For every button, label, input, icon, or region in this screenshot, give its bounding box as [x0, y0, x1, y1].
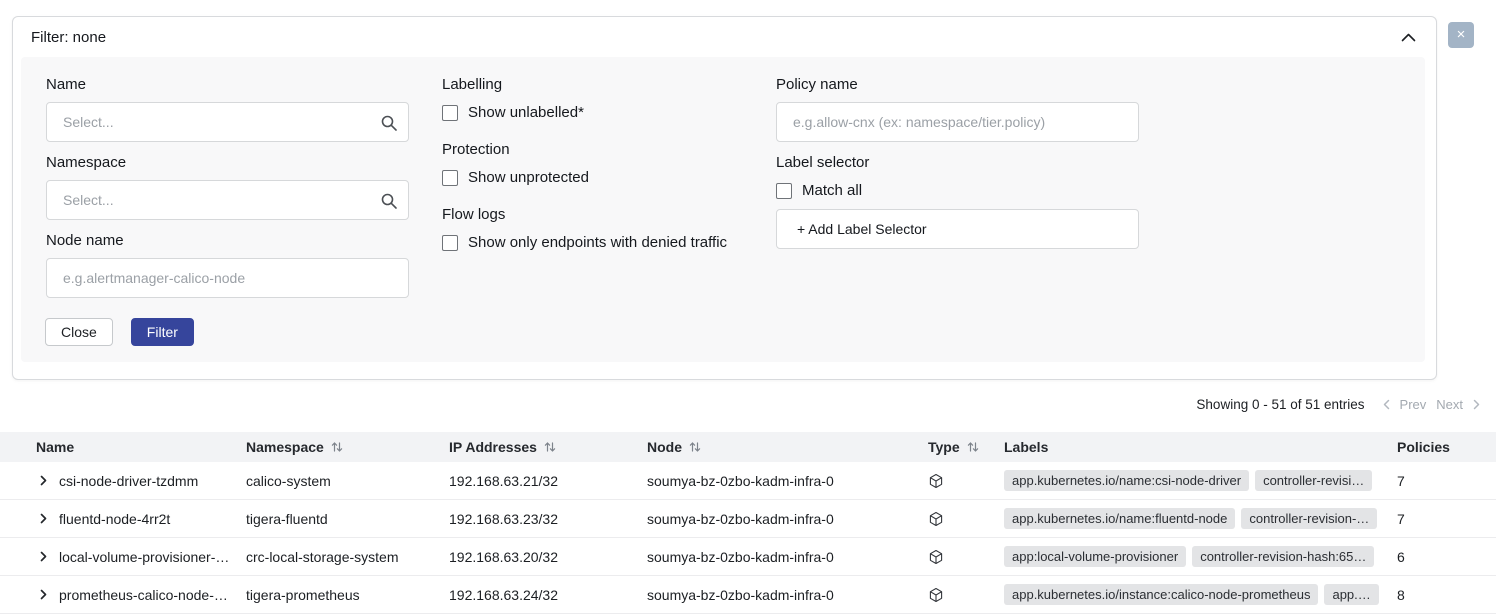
cell-policies: 7 — [1397, 473, 1496, 489]
cell-name: fluentd-node-4rr2t — [36, 511, 246, 527]
endpoints-table: Name Namespace IP Addresses Node Type La… — [0, 432, 1496, 614]
endpoint-name: local-volume-provisioner-… — [59, 549, 229, 565]
flow-logs-heading: Flow logs — [442, 207, 505, 223]
expand-row-chevron[interactable] — [36, 511, 51, 526]
label-pill: app.kubernetes.io/instance:calico-node-p… — [1004, 584, 1318, 605]
cell-name: csi-node-driver-tzdmm — [36, 473, 246, 489]
filter-button[interactable]: Filter — [131, 318, 194, 346]
col-header-node[interactable]: Node — [647, 439, 928, 455]
filter-panel-title: Filter: none — [31, 17, 106, 57]
policy-name-input[interactable] — [776, 102, 1139, 142]
col-header-labels: Labels — [1004, 439, 1397, 455]
col-header-policies: Policies — [1397, 439, 1496, 455]
node-name-field-label: Node name — [46, 233, 124, 249]
close-button[interactable]: Close — [45, 318, 113, 346]
node-name-input[interactable] — [46, 258, 409, 298]
endpoint-name: fluentd-node-4rr2t — [59, 511, 170, 527]
sort-icon[interactable] — [689, 441, 701, 453]
cell-labels: app.kubernetes.io/name:csi-node-driver c… — [1004, 470, 1397, 491]
labelling-heading: Labelling — [442, 77, 502, 93]
cell-labels: app.kubernetes.io/name:fluentd-node cont… — [1004, 508, 1397, 529]
label-pill: controller-revision-… — [1241, 508, 1377, 529]
show-unlabelled-label: Show unlabelled* — [468, 104, 584, 121]
cell-namespace: tigera-prometheus — [246, 587, 449, 603]
pagination: Showing 0 - 51 of 51 entries Prev Next — [1196, 397, 1480, 412]
cell-ip: 192.168.63.20/32 — [449, 549, 647, 565]
col-header-name[interactable]: Name — [36, 439, 246, 455]
endpoint-name: prometheus-calico-node-… — [59, 587, 228, 603]
label-pill: app:local-volume-provisioner — [1004, 546, 1186, 567]
cell-namespace: calico-system — [246, 473, 449, 489]
label-pill: app.… — [1324, 584, 1378, 605]
table-row[interactable]: csi-node-driver-tzdmm calico-system 192.… — [0, 462, 1496, 500]
table-row[interactable]: prometheus-calico-node-… tigera-promethe… — [0, 576, 1496, 614]
show-unlabelled-checkbox[interactable] — [442, 105, 458, 121]
name-select-input[interactable] — [46, 102, 409, 142]
cell-node: soumya-bz-0zbo-kadm-infra-0 — [647, 587, 928, 603]
cell-name: prometheus-calico-node-… — [36, 587, 246, 603]
match-all-label: Match all — [802, 182, 862, 199]
chevron-up-icon[interactable] — [1400, 30, 1416, 44]
cell-policies: 8 — [1397, 587, 1496, 603]
cell-node: soumya-bz-0zbo-kadm-infra-0 — [647, 549, 928, 565]
namespace-select-input[interactable] — [46, 180, 409, 220]
cell-type — [928, 587, 1004, 603]
namespace-field-label: Namespace — [46, 155, 126, 171]
cell-labels: app:local-volume-provisioner controller-… — [1004, 546, 1397, 567]
table-row[interactable]: local-volume-provisioner-… crc-local-sto… — [0, 538, 1496, 576]
add-label-selector-button[interactable]: + Add Label Selector — [776, 209, 1139, 249]
cell-name: local-volume-provisioner-… — [36, 549, 246, 565]
cell-policies: 7 — [1397, 511, 1496, 527]
expand-row-chevron[interactable] — [36, 587, 51, 602]
filter-panel: Filter: none Name Namespace Node name Cl… — [12, 16, 1437, 380]
col-header-ip[interactable]: IP Addresses — [449, 439, 647, 455]
filter-panel-body: Name Namespace Node name Close Filter La… — [21, 57, 1425, 362]
cell-node: soumya-bz-0zbo-kadm-infra-0 — [647, 473, 928, 489]
cell-namespace: crc-local-storage-system — [246, 549, 449, 565]
expand-row-chevron[interactable] — [36, 473, 51, 488]
table-row[interactable]: fluentd-node-4rr2t tigera-fluentd 192.16… — [0, 500, 1496, 538]
protection-heading: Protection — [442, 142, 510, 158]
close-icon[interactable]: × — [1448, 22, 1474, 48]
label-pill: app.kubernetes.io/name:csi-node-driver — [1004, 470, 1249, 491]
label-pill: controller-revisi… — [1255, 470, 1372, 491]
cell-ip: 192.168.63.23/32 — [449, 511, 647, 527]
match-all-checkbox[interactable] — [776, 183, 792, 199]
pod-icon — [928, 549, 944, 565]
denied-traffic-checkbox[interactable] — [442, 235, 458, 251]
col-header-namespace[interactable]: Namespace — [246, 439, 449, 455]
sort-icon[interactable] — [544, 441, 556, 453]
pod-icon — [928, 587, 944, 603]
next-page-link[interactable]: Next — [1436, 397, 1463, 412]
cell-policies: 6 — [1397, 549, 1496, 565]
policy-name-field-label: Policy name — [776, 77, 858, 93]
cell-ip: 192.168.63.21/32 — [449, 473, 647, 489]
table-header-row: Name Namespace IP Addresses Node Type La… — [0, 432, 1496, 462]
chevron-right-icon[interactable] — [1473, 399, 1480, 410]
pod-icon — [928, 511, 944, 527]
sort-icon[interactable] — [967, 441, 979, 453]
label-selector-heading: Label selector — [776, 155, 869, 171]
cell-type — [928, 473, 1004, 489]
cell-type — [928, 549, 1004, 565]
sort-icon[interactable] — [331, 441, 343, 453]
prev-page-link[interactable]: Prev — [1400, 397, 1427, 412]
entries-summary: Showing 0 - 51 of 51 entries — [1196, 397, 1364, 412]
cell-type — [928, 511, 1004, 527]
cell-labels: app.kubernetes.io/instance:calico-node-p… — [1004, 584, 1397, 605]
label-pill: controller-revision-hash:65… — [1192, 546, 1374, 567]
pod-icon — [928, 473, 944, 489]
label-pill: app.kubernetes.io/name:fluentd-node — [1004, 508, 1235, 529]
expand-row-chevron[interactable] — [36, 549, 51, 564]
cell-ip: 192.168.63.24/32 — [449, 587, 647, 603]
cell-node: soumya-bz-0zbo-kadm-infra-0 — [647, 511, 928, 527]
chevron-left-icon[interactable] — [1383, 399, 1390, 410]
show-unprotected-checkbox[interactable] — [442, 170, 458, 186]
denied-traffic-label: Show only endpoints with denied traffic — [468, 234, 727, 251]
endpoint-name: csi-node-driver-tzdmm — [59, 473, 198, 489]
show-unprotected-label: Show unprotected — [468, 169, 589, 186]
cell-namespace: tigera-fluentd — [246, 511, 449, 527]
col-header-type[interactable]: Type — [928, 439, 1004, 455]
name-field-label: Name — [46, 77, 86, 93]
